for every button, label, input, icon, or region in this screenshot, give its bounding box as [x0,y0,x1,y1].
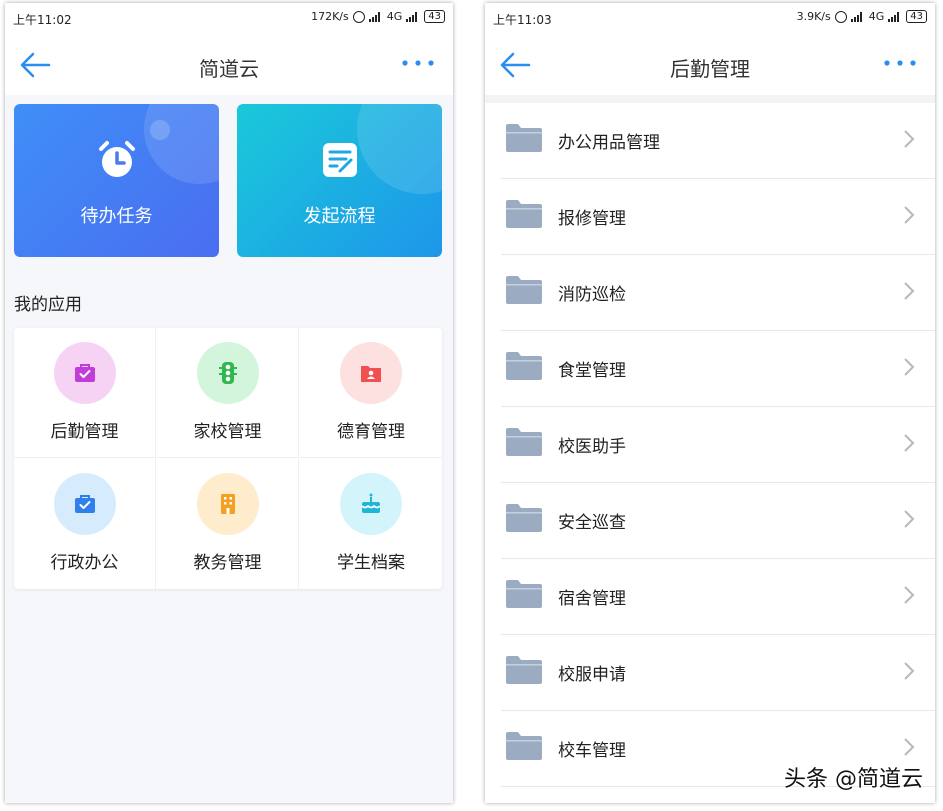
chevron-right-icon [904,586,915,604]
network-speed: 3.9K/s [796,10,831,23]
alarm-icon [834,10,847,23]
status-time: 上午11:02 [13,13,72,27]
app-label: 教务管理 [193,553,262,573]
list-item[interactable]: 宿舍管理 [485,559,935,635]
app-grid: 后勤管理 家校管理 德育管理 行政办公 教务管理 学生档案 [14,328,442,589]
folder-icon [506,276,542,304]
list-item-label: 办公用品管理 [558,133,660,153]
chevron-right-icon [904,662,915,680]
phone-screen-logistics: 上午11:03 3.9K/s 4G 43 后勤管理 办公用品管理 报修管理 消防… [485,3,935,803]
list-item[interactable]: 校医助手 [485,407,935,483]
folder-list: 办公用品管理 报修管理 消防巡检 食堂管理 校医助手 安全巡查 宿舍管理 校服申… [485,103,935,803]
app-icon-bg [54,342,116,404]
list-item[interactable]: 食堂管理 [485,331,935,407]
briefcase-check-icon [75,495,95,513]
app-student-records[interactable]: 学生档案 [300,459,442,589]
chevron-right-icon [904,206,915,224]
chevron-right-icon [904,434,915,452]
chevron-right-icon [904,130,915,148]
list-item[interactable]: 报修管理 [485,179,935,255]
app-icon-bg [197,473,259,535]
more-icon[interactable] [401,57,435,69]
section-title: 我的应用 [14,295,82,315]
building-icon [221,494,235,514]
folder-icon [506,504,542,532]
list-item-label: 安全巡查 [558,513,626,533]
status-bar: 上午11:02 172K/s 4G 43 [5,3,453,33]
list-item-label: 宿舍管理 [558,589,626,609]
app-logistics[interactable]: 后勤管理 [14,328,156,458]
app-label: 学生档案 [337,553,405,573]
cake-icon [361,493,381,513]
signal-icon [850,11,865,22]
network-speed: 172K/s [311,10,349,23]
list-item[interactable]: 消防巡检 [485,255,935,331]
folder-icon [506,352,542,380]
app-label: 行政办公 [50,553,119,573]
app-icon-bg [54,473,116,535]
folder-icon [506,200,542,228]
traffic-light-icon [219,362,237,384]
alarm-icon [352,10,365,23]
folder-icon [506,124,542,152]
status-right: 3.9K/s 4G 43 [797,10,927,23]
start-process-label: 发起流程 [303,206,376,227]
page-title: 后勤管理 [670,57,750,81]
battery-icon: 43 [906,10,927,23]
signal-icon [406,11,420,22]
status-right: 172K/s 4G 43 [311,10,445,23]
nav-bar: 简道云 [5,33,453,95]
battery-icon: 43 [424,10,445,23]
app-academic-affairs[interactable]: 教务管理 [157,459,299,589]
todo-tasks-label: 待办任务 [80,206,153,227]
signal-icon [368,11,383,22]
more-icon[interactable] [883,57,917,69]
list-item-label: 消防巡检 [558,285,626,305]
signal-icon [888,11,902,22]
page-title: 简道云 [199,57,259,81]
start-process-card[interactable]: 发起流程 [237,104,442,257]
chevron-right-icon [904,738,915,756]
app-icon-bg [340,473,402,535]
list-item[interactable]: 安全巡查 [485,483,935,559]
app-moral-education[interactable]: 德育管理 [300,328,442,458]
folder-icon [506,580,542,608]
list-item[interactable]: 校服申请 [485,635,935,711]
network-type: 4G [868,10,885,23]
briefcase-check-icon [75,364,95,382]
list-item-label: 食堂管理 [558,361,626,381]
edit-note-icon [323,143,357,177]
list-item-label: 校服申请 [558,665,626,685]
list-item-label: 校医助手 [558,437,626,457]
chevron-right-icon [904,282,915,300]
alarm-clock-icon [99,141,135,177]
todo-tasks-card[interactable]: 待办任务 [14,104,219,257]
folder-icon [506,732,542,760]
app-administration[interactable]: 行政办公 [14,459,156,589]
app-home-school[interactable]: 家校管理 [157,328,299,458]
list-item[interactable]: 办公用品管理 [485,103,935,179]
chevron-right-icon [904,510,915,528]
folder-icon [506,428,542,456]
status-bar: 上午11:03 3.9K/s 4G 43 [485,3,935,33]
app-label: 德育管理 [337,422,405,442]
status-time: 上午11:03 [493,13,552,27]
person-folder-icon [361,366,381,382]
network-type: 4G [386,10,403,23]
nav-bar: 后勤管理 [485,33,935,95]
watermark-text: 头条 @简道云 [784,767,923,792]
chevron-right-icon [904,358,915,376]
app-icon-bg [340,342,402,404]
list-item-label: 校车管理 [558,741,626,761]
app-icon-bg [197,342,259,404]
list-item-label: 报修管理 [558,209,626,229]
folder-icon [506,656,542,684]
phone-screen-home: 上午11:02 172K/s 4G 43 简道云 待办任务 发起流程 我的应用 … [5,3,453,803]
app-label: 后勤管理 [50,422,119,442]
app-label: 家校管理 [193,422,262,442]
